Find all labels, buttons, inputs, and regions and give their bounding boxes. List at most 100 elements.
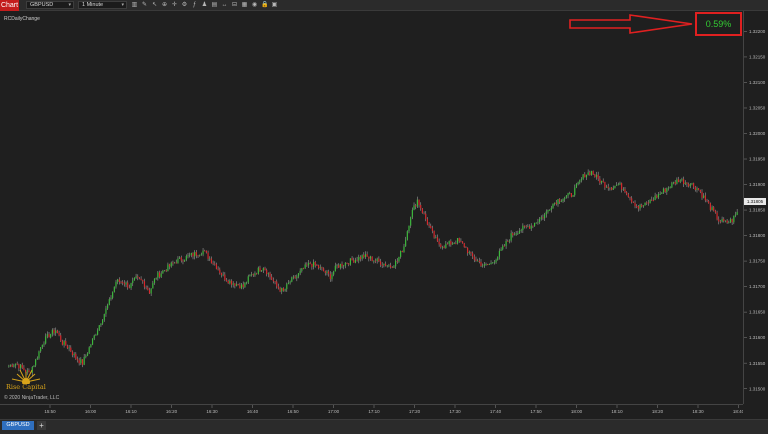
candle [267,272,269,278]
indicators-icon[interactable]: ƒ [191,1,198,9]
interval-selector[interactable]: 1 Minute ▾ [78,1,127,9]
candle [436,234,439,242]
candle [594,173,596,178]
candle [312,259,315,270]
candle [117,278,119,285]
candle [323,267,325,272]
instrument-selector[interactable]: GBPUSD ▾ [26,1,74,9]
candle [61,339,64,346]
candle [708,199,710,204]
split-icon[interactable]: ⊟ [231,1,238,9]
candle [406,230,408,241]
candle [455,240,457,245]
add-tab-button[interactable]: + [37,421,46,430]
candle [590,170,593,176]
candle [354,257,357,264]
candle [145,285,147,290]
candle [662,187,665,194]
drawing-icon[interactable]: ✎ [141,1,148,9]
price-tick-label: 1.32100 [749,80,766,85]
chart-trader-icon[interactable]: ▣ [271,1,278,9]
candle [451,241,454,245]
candle [624,187,626,194]
candle [572,195,574,197]
pointer-icon[interactable]: ↖ [151,1,158,9]
candle [393,265,395,268]
candle [503,243,506,247]
candle [637,205,639,212]
candle [180,255,182,263]
candle [651,196,653,202]
candle [632,201,634,204]
candle [426,217,429,226]
candle [73,352,75,358]
price-tick-label: 1.32000 [749,131,766,136]
candle [384,261,387,267]
candle [68,345,70,352]
zoom-icon[interactable]: ⊕ [161,1,168,9]
bar-type-icon[interactable]: ▥ [131,1,138,9]
candle [358,254,360,264]
time-axis[interactable]: 15:50 16:00 16:10 16:20 16:30 16:40 16:50 17:00… [0,404,745,420]
candle [698,187,700,191]
candle [575,182,578,189]
candle [689,183,691,189]
candle [438,238,440,247]
price-tick-label: 1.31800 [749,233,766,238]
candle [550,205,552,213]
candle [269,271,271,280]
candle [544,212,546,222]
candle [147,285,149,291]
candle [224,272,226,282]
candle [734,211,737,218]
properties-icon[interactable]: ⚙ [181,1,188,9]
candle [475,256,477,262]
candle [115,279,117,289]
chart-window-tab[interactable]: Chart [0,0,19,11]
candle [659,191,661,195]
candle [274,281,276,285]
crosshair-icon[interactable]: ✛ [171,1,178,9]
candle [98,324,100,331]
price-axis[interactable]: 1.32200 1.32150 1.32100 1.32050 1.32000 1.319… [743,11,768,404]
data-box-icon[interactable]: ▦ [241,1,248,9]
candle [639,203,641,211]
candle [150,288,152,296]
candle [281,287,283,295]
lock-icon[interactable]: 🔒 [261,1,268,9]
candle [187,252,189,259]
strategies-icon[interactable]: ♟ [201,1,208,9]
candle [324,270,326,276]
scroll-icon[interactable]: ↔ [221,1,228,9]
candle [600,180,603,185]
candle [411,207,413,220]
candle [557,199,559,207]
candle [559,198,561,205]
candle [731,218,733,225]
candle [75,352,77,360]
price-chart-panel[interactable] [0,11,743,404]
candle [460,238,462,243]
candle [456,238,459,245]
candle [122,280,124,286]
instrument-tab[interactable]: GBPUSD [2,421,34,430]
candle [207,250,209,261]
candle [525,224,527,229]
candle [292,275,295,280]
time-tick-label: 17:20 [409,409,421,414]
snapshot-icon[interactable]: ◉ [251,1,258,9]
candle [137,274,139,281]
candle [549,209,551,211]
candle [309,261,311,265]
templates-icon[interactable]: ▤ [211,1,218,9]
candle [555,199,557,206]
candle [482,263,484,268]
candle [321,266,323,271]
time-tick-label: 18:20 [652,409,664,414]
candle [721,216,723,223]
candle [163,270,166,272]
candle [527,224,529,228]
price-tick-label: 1.31550 [749,361,766,366]
candle [222,271,224,277]
candle [699,189,701,194]
